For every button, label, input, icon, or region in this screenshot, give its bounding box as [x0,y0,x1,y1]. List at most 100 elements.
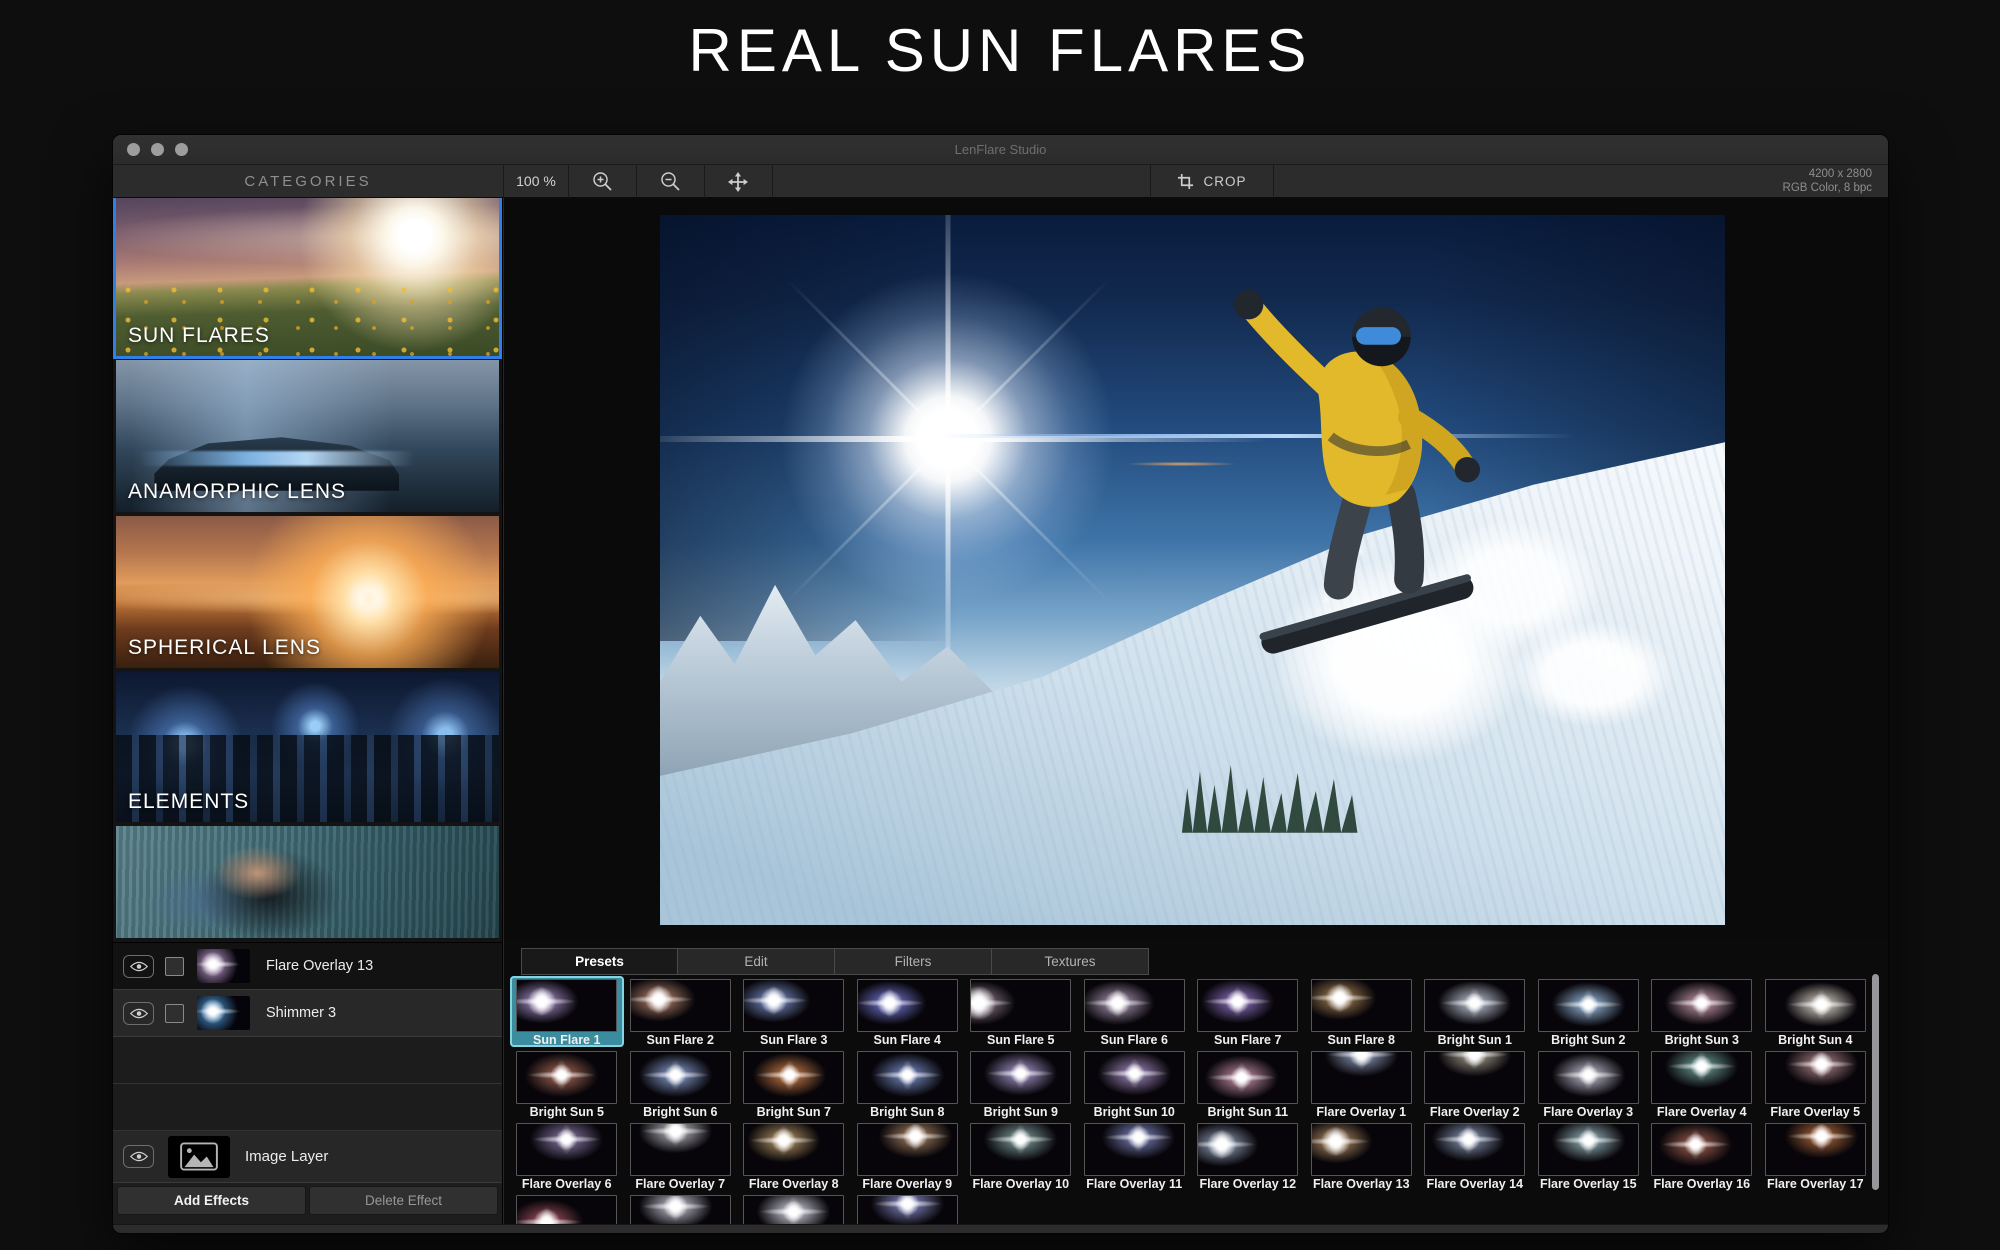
preset-thumbnail [1083,1123,1185,1176]
layer-visibility-toggle[interactable] [123,1001,154,1025]
preset-bright-sun-4[interactable]: Bright Sun 4 [1759,976,1873,1047]
preset-flare-overlay-4[interactable]: Flare Overlay 4 [1645,1048,1759,1119]
preset-label: Bright Sun 9 [983,1105,1058,1119]
preset-sun-flare-1[interactable]: Sun Flare 1 [510,976,624,1047]
preset-flare-overlay-2[interactable]: Flare Overlay 2 [1418,1048,1532,1119]
preset-thumbnail [856,1195,958,1226]
image-layer-thumbnail [168,1135,230,1178]
category-item-portrait[interactable] [116,826,499,938]
preset-label: Bright Sun 10 [1093,1105,1175,1119]
category-item-anamorphic-lens[interactable]: ANAMORPHIC LENS [116,360,499,512]
preset-thumbnail [743,1051,845,1104]
layer-name: Flare Overlay 13 [266,958,374,974]
maximize-button[interactable] [175,143,188,156]
layer-checkbox[interactable] [165,956,184,976]
sun-flare [757,248,1138,629]
preset-sun-flare-6[interactable]: Sun Flare 6 [1078,976,1192,1047]
preset-flare-overlay-9[interactable]: Flare Overlay 9 [851,1120,965,1191]
close-button[interactable] [127,143,140,156]
layer-name: Shimmer 3 [266,1005,337,1021]
add-effects-button[interactable]: Add Effects [117,1186,306,1215]
photo-document[interactable] [660,215,1725,925]
preset-label: Sun Flare 3 [760,1033,828,1047]
preset-flare-overlay-15[interactable]: Flare Overlay 15 [1532,1120,1646,1191]
preset-thumbnail [1197,1123,1299,1176]
preset-flare-overlay-12[interactable]: Flare Overlay 12 [1191,1120,1305,1191]
preset-sun-flare-2[interactable]: Sun Flare 2 [624,976,738,1047]
preset-flare-overlay-16[interactable]: Flare Overlay 16 [1645,1120,1759,1191]
preset-flare-overlay-8[interactable]: Flare Overlay 8 [737,1120,851,1191]
preset-flare-overlay-13[interactable]: Flare Overlay 13 [1305,1120,1419,1191]
preset-label: Sun Flare 7 [1214,1033,1282,1047]
zoom-in-button[interactable] [569,165,635,198]
sidebar: SUN FLARES ANAMORPHIC LENS SPHERICAL LEN… [113,198,503,1233]
preset-partial[interactable] [624,1192,738,1226]
delete-effect-button[interactable]: Delete Effect [309,1186,498,1215]
preset-thumbnail [743,1195,845,1226]
preset-bright-sun-7[interactable]: Bright Sun 7 [737,1048,851,1119]
category-item-elements[interactable]: ELEMENTS [116,672,499,822]
preset-flare-overlay-17[interactable]: Flare Overlay 17 [1759,1120,1873,1191]
move-tool-button[interactable] [705,165,771,198]
category-item-sun-flares[interactable]: SUN FLARES [116,198,499,356]
zoom-out-icon [660,171,681,192]
preset-flare-overlay-7[interactable]: Flare Overlay 7 [624,1120,738,1191]
preset-thumbnail [1083,1051,1185,1104]
preset-label: Sun Flare 6 [1100,1033,1168,1047]
layer-visibility-toggle[interactable] [123,954,154,978]
preset-flare-overlay-3[interactable]: Flare Overlay 3 [1532,1048,1646,1119]
empty-layer-slot [113,1037,502,1084]
preset-sun-flare-3[interactable]: Sun Flare 3 [737,976,851,1047]
preset-bright-sun-10[interactable]: Bright Sun 10 [1078,1048,1192,1119]
preset-flare-overlay-5[interactable]: Flare Overlay 5 [1759,1048,1873,1119]
layer-row-flare-overlay-13[interactable]: Flare Overlay 13 [113,943,502,990]
preset-bright-sun-2[interactable]: Bright Sun 2 [1532,976,1646,1047]
preset-label: Flare Overlay 17 [1766,1177,1864,1191]
preset-flare-overlay-6[interactable]: Flare Overlay 6 [510,1120,624,1191]
tab-edit[interactable]: Edit [678,948,835,975]
presets-panel: Presets Edit Filters Textures Sun Flare 1 S… [504,940,1888,1233]
preset-thumbnail [1083,979,1185,1032]
window-footer [113,1224,1888,1233]
preset-partial[interactable] [737,1192,851,1226]
eye-icon [129,961,148,972]
crop-button[interactable]: CROP [1151,165,1273,198]
move-tool-icon [728,171,748,192]
tab-presets[interactable]: Presets [521,948,678,975]
preset-bright-sun-6[interactable]: Bright Sun 6 [624,1048,738,1119]
preset-flare-overlay-14[interactable]: Flare Overlay 14 [1418,1120,1532,1191]
preset-flare-overlay-10[interactable]: Flare Overlay 10 [964,1120,1078,1191]
tab-filters[interactable]: Filters [835,948,992,975]
preset-bright-sun-11[interactable]: Bright Sun 11 [1191,1048,1305,1119]
layer-row-shimmer-3[interactable]: Shimmer 3 [113,990,502,1037]
preset-label: Bright Sun 2 [1551,1033,1626,1047]
preset-flare-overlay-1[interactable]: Flare Overlay 1 [1305,1048,1419,1119]
layer-checkbox[interactable] [165,1003,184,1023]
tab-textures[interactable]: Textures [992,948,1149,975]
category-item-spherical-lens[interactable]: SPHERICAL LENS [116,516,499,668]
preset-bright-sun-1[interactable]: Bright Sun 1 [1418,976,1532,1047]
preset-thumbnail [1310,1051,1412,1104]
minimize-button[interactable] [151,143,164,156]
zoom-out-button[interactable] [637,165,703,198]
preset-bright-sun-3[interactable]: Bright Sun 3 [1645,976,1759,1047]
preset-sun-flare-5[interactable]: Sun Flare 5 [964,976,1078,1047]
preset-label: Flare Overlay 15 [1539,1177,1637,1191]
preset-bright-sun-8[interactable]: Bright Sun 8 [851,1048,965,1119]
preset-sun-flare-4[interactable]: Sun Flare 4 [851,976,965,1047]
preset-partial[interactable] [851,1192,965,1226]
preset-sun-flare-7[interactable]: Sun Flare 7 [1191,976,1305,1047]
presets-scrollbar[interactable] [1872,974,1879,1190]
preset-thumbnail [1651,1123,1753,1176]
image-layer-row[interactable]: Image Layer [113,1131,502,1183]
preset-bright-sun-9[interactable]: Bright Sun 9 [964,1048,1078,1119]
preset-sun-flare-8[interactable]: Sun Flare 8 [1305,976,1419,1047]
preset-label: Bright Sun 6 [643,1105,718,1119]
preset-label: Sun Flare 8 [1327,1033,1395,1047]
preset-thumbnail [1764,979,1866,1032]
eye-icon [129,1151,148,1162]
preset-bright-sun-5[interactable]: Bright Sun 5 [510,1048,624,1119]
preset-flare-overlay-11[interactable]: Flare Overlay 11 [1078,1120,1192,1191]
image-layer-visibility-toggle[interactable] [123,1145,154,1168]
preset-partial[interactable] [510,1192,624,1226]
